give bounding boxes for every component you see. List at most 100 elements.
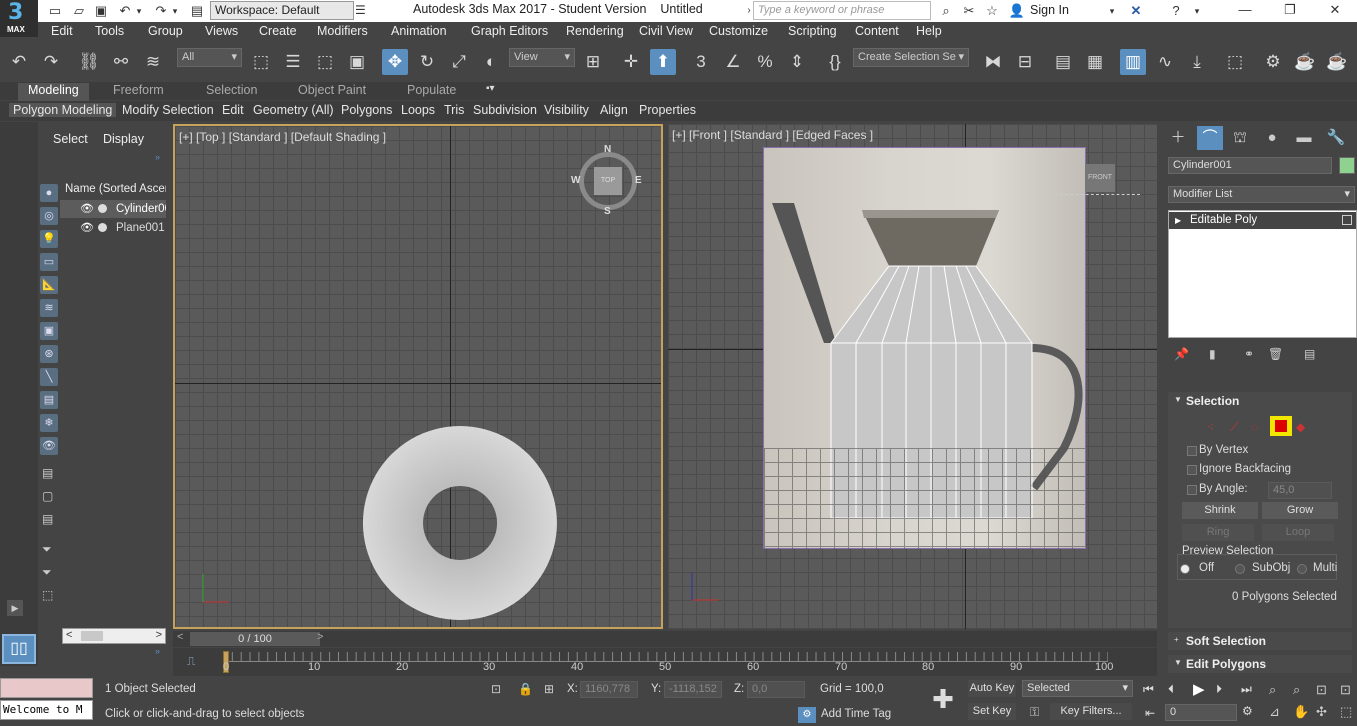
by-vertex-checkbox[interactable]: [1187, 446, 1197, 456]
ribbon-loops[interactable]: Loops: [401, 103, 435, 117]
time-slider-thumb[interactable]: 0 / 100: [190, 632, 320, 646]
orbit-icon[interactable]: ✣: [1316, 704, 1327, 720]
render-setup-icon[interactable]: ⚙: [1260, 49, 1286, 75]
menu-animation[interactable]: Animation: [391, 24, 447, 38]
cylinder-top-view[interactable]: [361, 424, 559, 622]
viewport-layout-icon[interactable]: ▯▯: [2, 634, 36, 664]
curve-editor-icon[interactable]: ∿: [1152, 49, 1178, 75]
place-icon[interactable]: ◐: [478, 49, 504, 75]
vertex-mode-icon[interactable]: ⁖: [1207, 420, 1214, 434]
shapes-filter-icon[interactable]: ◎: [40, 207, 58, 225]
modify-tab-icon[interactable]: ⌒: [1197, 126, 1223, 150]
align-icon[interactable]: ⊟: [1012, 49, 1038, 75]
ribbon-align[interactable]: Align: [600, 103, 628, 117]
close-button[interactable]: ✕: [1315, 1, 1355, 21]
edit-named-selection-icon[interactable]: {}: [822, 49, 848, 75]
menu-create[interactable]: Create: [259, 24, 297, 38]
preview-subobj-radio[interactable]: [1235, 564, 1245, 574]
motion-tab-icon[interactable]: ●: [1259, 126, 1285, 150]
maximize-viewport-icon[interactable]: ⬚: [1340, 704, 1352, 720]
bones-filter-icon[interactable]: ╲: [40, 368, 58, 386]
open-file-icon[interactable]: ▱: [70, 2, 88, 20]
maxscript-listener[interactable]: Welcome to M: [0, 700, 93, 720]
menu-graph-editors[interactable]: Graph Editors: [471, 24, 548, 38]
zoom-icon[interactable]: ⌕: [1269, 682, 1276, 698]
time-slider[interactable]: < 0 / 100 >: [173, 631, 1157, 647]
menu-civil-view[interactable]: Civil View: [639, 24, 693, 38]
key-mode-toggle-icon[interactable]: ⇤: [1145, 706, 1155, 720]
auto-key-button[interactable]: Auto Key: [968, 680, 1016, 697]
border-mode-icon[interactable]: ◌: [1251, 420, 1258, 434]
selection-filter-dropdown[interactable]: All ▾: [177, 48, 242, 67]
scroll-left-arrow[interactable]: <: [66, 629, 72, 641]
containers-filter-icon[interactable]: ▤: [40, 391, 58, 409]
edit-polygons-rollout[interactable]: ▼ Edit Polygons: [1168, 655, 1352, 673]
maximize-button[interactable]: ❐: [1270, 1, 1310, 21]
project-folder-icon[interactable]: ▤: [188, 2, 206, 20]
viewport-front[interactable]: [+] [Front ] [Standard ] [Edged Faces ]: [668, 124, 1157, 629]
ribbon-polygon-modeling[interactable]: Polygon Modeling: [9, 103, 117, 117]
redo-dropdown-icon[interactable]: ▾: [166, 2, 184, 20]
toggle-ribbon-icon[interactable]: ▦: [1082, 49, 1108, 75]
ribbon-subdivision[interactable]: Subdivision: [473, 103, 537, 117]
expand-arrow-icon[interactable]: ▶: [1175, 212, 1181, 229]
stack-item[interactable]: ▶ Editable Poly: [1169, 212, 1356, 229]
menu-views[interactable]: Views: [205, 24, 238, 38]
help-icon[interactable]: ?: [1167, 2, 1185, 20]
link-icon[interactable]: ⛓: [76, 49, 102, 75]
menu-customize[interactable]: Customize: [709, 24, 768, 38]
cameras-filter-icon[interactable]: ▭: [40, 253, 58, 271]
unlink-icon[interactable]: ⚯: [108, 49, 134, 75]
percent-snap-icon[interactable]: %: [752, 49, 778, 75]
sign-in-link[interactable]: Sign In: [1030, 3, 1069, 17]
scroll-thumb[interactable]: [81, 631, 103, 641]
chevron-down-icon[interactable]: ▾: [1103, 2, 1121, 20]
display-invert-icon[interactable]: ▤: [42, 512, 53, 526]
ribbon-geometry-all[interactable]: Geometry (All): [253, 103, 334, 117]
filter-icon[interactable]: ⏷: [42, 565, 52, 580]
groups-filter-icon[interactable]: ▣: [40, 322, 58, 340]
key-filters-icon[interactable]: ⚿: [1030, 705, 1039, 720]
list-item[interactable]: 👁 Plane001: [60, 219, 166, 237]
display-all-icon[interactable]: ▤: [42, 466, 53, 480]
layer-explorer-icon[interactable]: ▤: [1050, 49, 1076, 75]
maxscript-listener-pink[interactable]: [0, 678, 93, 698]
field-of-view-icon[interactable]: ⊿: [1269, 704, 1280, 720]
double-chevron-right-icon[interactable]: »: [155, 646, 160, 656]
key-filters-button[interactable]: Key Filters...: [1050, 703, 1132, 720]
angle-snap-icon[interactable]: ∠: [720, 49, 746, 75]
minimize-button[interactable]: —: [1225, 1, 1265, 21]
menu-rendering[interactable]: Rendering: [566, 24, 624, 38]
hidden-filter-icon[interactable]: 👁: [40, 437, 58, 455]
menu-modifiers[interactable]: Modifiers: [317, 24, 368, 38]
track-bar[interactable]: ⎍ 0 10 20 30 40 50 60 70 80 90 100: [173, 648, 1157, 676]
zoom-all-icon[interactable]: ⌕: [1293, 682, 1300, 698]
new-file-icon[interactable]: ▭: [46, 2, 64, 20]
select-rotate-icon[interactable]: ↻: [414, 49, 440, 75]
chevron-down-icon[interactable]: ▾: [1188, 2, 1206, 20]
lights-filter-icon[interactable]: 💡: [40, 230, 58, 248]
prev-frame-arrow[interactable]: <: [177, 631, 183, 643]
scene-tab-select[interactable]: Select: [53, 132, 88, 146]
object-color-swatch[interactable]: [1339, 157, 1355, 174]
viewport-top[interactable]: [+] [Top ] [Standard ] [Default Shading …: [173, 124, 663, 629]
ignore-backfacing-checkbox[interactable]: [1187, 465, 1197, 475]
remove-modifier-icon[interactable]: 🗑: [1268, 347, 1283, 361]
ribbon-visibility[interactable]: Visibility: [544, 103, 589, 117]
menu-group[interactable]: Group: [148, 24, 183, 38]
hierarchy-tab-icon[interactable]: ⛫: [1227, 126, 1253, 150]
viewport-label[interactable]: [+] [Top ] [Standard ] [Default Shading …: [179, 130, 386, 144]
app-logo[interactable]: 3 MAX: [0, 0, 38, 37]
scene-explorer-icon[interactable]: ▥: [1120, 49, 1146, 75]
geometry-filter-icon[interactable]: ●: [40, 184, 58, 202]
select-by-name-icon[interactable]: ☰: [280, 49, 306, 75]
eye-icon[interactable]: 👁: [80, 200, 94, 218]
material-editor-icon[interactable]: ⬚: [1222, 49, 1248, 75]
list-item[interactable]: 👁 Cylinder001: [60, 200, 166, 218]
stack-item-toggle[interactable]: [1342, 215, 1352, 225]
snaps-toggle-icon[interactable]: 3: [688, 49, 714, 75]
make-unique-icon[interactable]: ⚭: [1244, 347, 1254, 361]
select-scale-icon[interactable]: ⤢: [446, 49, 472, 75]
add-time-tag[interactable]: Add Time Tag: [821, 708, 891, 720]
rollout-title[interactable]: Selection: [1186, 394, 1239, 408]
